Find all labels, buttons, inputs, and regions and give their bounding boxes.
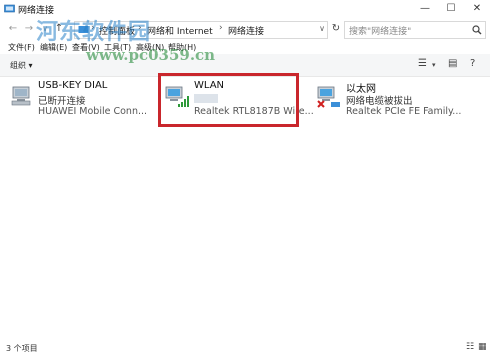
wlan-highlight-box <box>158 73 299 127</box>
network-folder-icon <box>4 4 15 13</box>
connection-adapter: HUAWEI Mobile Conn... <box>38 106 148 117</box>
close-button[interactable]: ✕ <box>464 0 490 18</box>
breadcrumb-network-connections[interactable]: 网络连接 <box>228 24 264 37</box>
connection-status: 网络电缆被拔出 <box>346 96 413 107</box>
connection-status: 已断开连接 <box>38 96 86 107</box>
item-count: 3 个项目 <box>6 344 38 353</box>
refresh-button[interactable]: ↻ <box>330 21 342 37</box>
minimize-button[interactable]: — <box>412 0 438 18</box>
back-button[interactable]: ← <box>6 21 20 37</box>
change-view-icon[interactable]: ☰ <box>418 58 427 69</box>
organize-button[interactable]: 组织 ▾ <box>10 60 33 71</box>
large-icons-view-icon[interactable]: ▦ <box>478 342 487 352</box>
status-bar: 3 个项目 ☷ ▦ <box>0 342 490 354</box>
preview-pane-icon[interactable]: ▤ <box>448 58 457 69</box>
watermark-url: www.pc0359.cn <box>86 46 216 64</box>
search-input[interactable]: 搜索"网络连接" <box>344 21 486 39</box>
address-dropdown-icon[interactable]: ∨ <box>319 24 325 33</box>
forward-button[interactable]: → <box>22 21 36 37</box>
connection-adapter: Realtek PCIe FE Family... <box>346 106 462 117</box>
help-icon[interactable]: ? <box>470 58 475 69</box>
watermark-text: 河东软件园 <box>36 20 152 45</box>
menu-file[interactable]: 文件(F) <box>8 42 35 53</box>
search-placeholder: 搜索"网络连接" <box>349 27 412 37</box>
connection-name: USB-KEY DIAL <box>38 80 108 91</box>
breadcrumb-separator-icon: › <box>219 23 223 33</box>
connection-ethernet[interactable]: 以太网 网络电缆被拔出 Realtek PCIe FE Family... <box>316 78 486 122</box>
search-icon[interactable] <box>472 25 482 35</box>
maximize-button[interactable]: ☐ <box>438 0 464 18</box>
dialup-connection-icon <box>11 86 31 106</box>
connection-usb-key-dial[interactable]: USB-KEY DIAL 已断开连接 HUAWEI Mobile Conn... <box>8 78 158 122</box>
organize-label: 组织 <box>10 61 26 70</box>
breadcrumb-network-internet[interactable]: 网络和 Internet <box>147 24 213 37</box>
details-view-icon[interactable]: ☷ <box>466 342 474 352</box>
view-options-dropdown-icon[interactable]: ▾ <box>432 61 436 69</box>
ethernet-disconnected-icon <box>317 86 340 108</box>
